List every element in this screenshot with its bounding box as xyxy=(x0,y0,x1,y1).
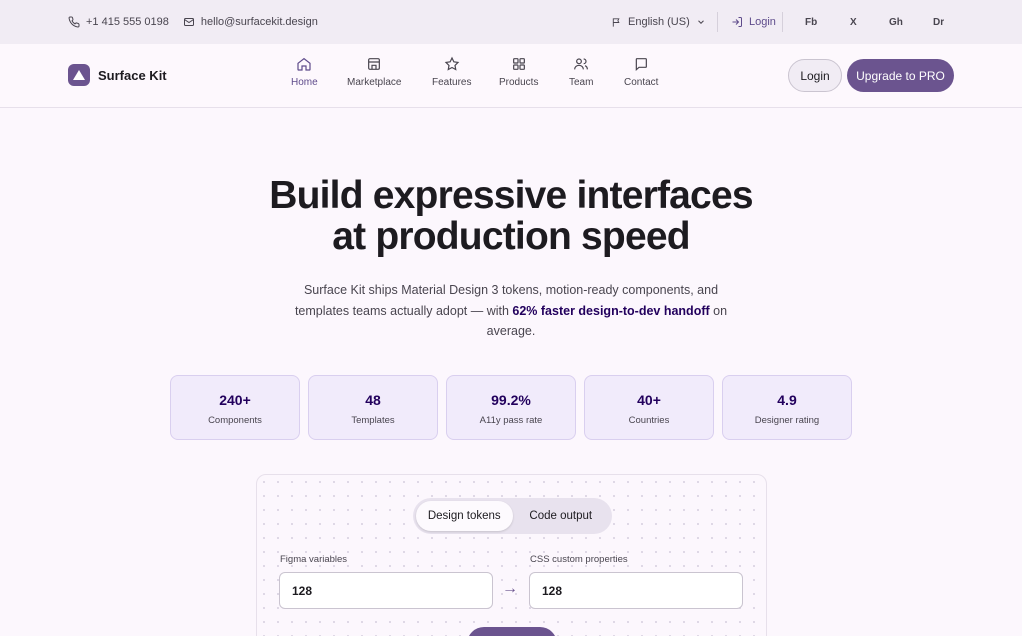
nav-label: Features xyxy=(432,77,472,88)
hero-title-line2: at production speed xyxy=(332,215,690,258)
nav-item-features[interactable]: Features xyxy=(432,56,471,88)
grid-icon xyxy=(512,58,525,70)
nav-label: Products xyxy=(499,77,539,88)
topbar-login-label: Login xyxy=(749,16,776,28)
top-bar: +1 415 555 0198 hello@surfacekit.design … xyxy=(0,0,1022,44)
hero-title: Build expressive interfaces at productio… xyxy=(0,175,1022,257)
stat-label: Templates xyxy=(351,415,395,426)
social-x-link[interactable]: X xyxy=(850,17,857,28)
main-navbar: Surface Kit Home Marketplace Features Pr… xyxy=(0,44,1022,108)
language-label: English (US) xyxy=(628,16,690,28)
stat-card: 40+ Countries xyxy=(584,375,714,440)
nav-label: Contact xyxy=(624,77,659,88)
css-properties-label: CSS custom properties xyxy=(530,554,628,565)
demo-segmented-control: Design tokens Code output xyxy=(413,498,612,534)
social-github-link[interactable]: Gh xyxy=(889,17,903,28)
stat-card: 48 Templates xyxy=(308,375,438,440)
nav-label: Marketplace xyxy=(347,77,402,88)
tab-code-output[interactable]: Code output xyxy=(513,501,610,531)
figma-variables-input[interactable]: 128 xyxy=(279,572,493,609)
stat-card: 4.9 Designer rating xyxy=(722,375,852,440)
login-button[interactable]: Login xyxy=(788,59,842,92)
hero-subtitle: Surface Kit ships Material Design 3 toke… xyxy=(283,280,739,342)
stat-label: Components xyxy=(208,415,262,426)
nav-item-home[interactable]: Home xyxy=(291,56,318,88)
stat-value: 40+ xyxy=(637,392,661,408)
brand[interactable]: Surface Kit xyxy=(68,64,167,86)
login-icon xyxy=(732,17,742,27)
divider xyxy=(782,12,783,32)
stat-value: 99.2% xyxy=(491,392,531,408)
topbar-login-link[interactable]: Login xyxy=(731,16,776,28)
brand-name: Surface Kit xyxy=(98,67,167,83)
nav-label: Team xyxy=(569,77,594,88)
upgrade-pro-button[interactable]: Upgrade to PRO xyxy=(847,59,954,92)
divider xyxy=(717,12,718,32)
users-icon xyxy=(574,58,589,70)
stat-label: A11y pass rate xyxy=(479,415,543,426)
stat-value: 240+ xyxy=(219,392,251,408)
stat-card: 240+ Components xyxy=(170,375,300,440)
demo-action-button[interactable] xyxy=(467,627,557,636)
flag-icon xyxy=(612,17,620,27)
arrow-right-icon: → xyxy=(502,580,518,597)
stat-card: 99.2% A11y pass rate xyxy=(446,375,576,440)
phone-contact[interactable]: +1 415 555 0198 xyxy=(68,16,169,28)
chevron-down-icon xyxy=(697,20,704,24)
hero-title-line1: Build expressive interfaces xyxy=(269,174,753,217)
brand-logo-icon xyxy=(68,64,90,86)
star-icon xyxy=(444,56,460,71)
language-selector[interactable]: English (US) xyxy=(611,16,706,28)
store-icon xyxy=(368,58,381,70)
email-contact[interactable]: hello@surfacekit.design xyxy=(183,16,318,28)
social-dribbble-link[interactable]: Dr xyxy=(933,17,944,28)
nav-item-marketplace[interactable]: Marketplace xyxy=(347,56,401,88)
phone-text: +1 415 555 0198 xyxy=(86,16,169,28)
email-text: hello@surfacekit.design xyxy=(200,16,318,28)
nav-item-products[interactable]: Products xyxy=(499,56,538,88)
figma-variables-label: Figma variables xyxy=(280,554,348,565)
chat-icon xyxy=(635,58,648,71)
mail-icon xyxy=(183,18,194,26)
token-demo-card: Design tokens Code output Figma variable… xyxy=(256,474,767,636)
stat-value: 48 xyxy=(365,392,381,408)
hero-highlight: 62% faster design-to-dev handoff xyxy=(512,303,710,318)
nav-item-contact[interactable]: Contact xyxy=(624,56,658,88)
nav-label: Home xyxy=(291,77,318,88)
contact-info: +1 415 555 0198 hello@surfacekit.design xyxy=(68,16,318,28)
stat-label: Countries xyxy=(628,415,670,426)
stat-label: Designer rating xyxy=(754,415,820,426)
tab-design-tokens[interactable]: Design tokens xyxy=(416,501,513,531)
social-facebook-link[interactable]: Fb xyxy=(805,17,817,28)
phone-icon xyxy=(68,16,80,28)
home-icon xyxy=(297,57,311,71)
stat-value: 4.9 xyxy=(777,392,797,408)
nav-item-team[interactable]: Team xyxy=(569,56,593,88)
css-properties-input[interactable]: 128 xyxy=(529,572,743,609)
